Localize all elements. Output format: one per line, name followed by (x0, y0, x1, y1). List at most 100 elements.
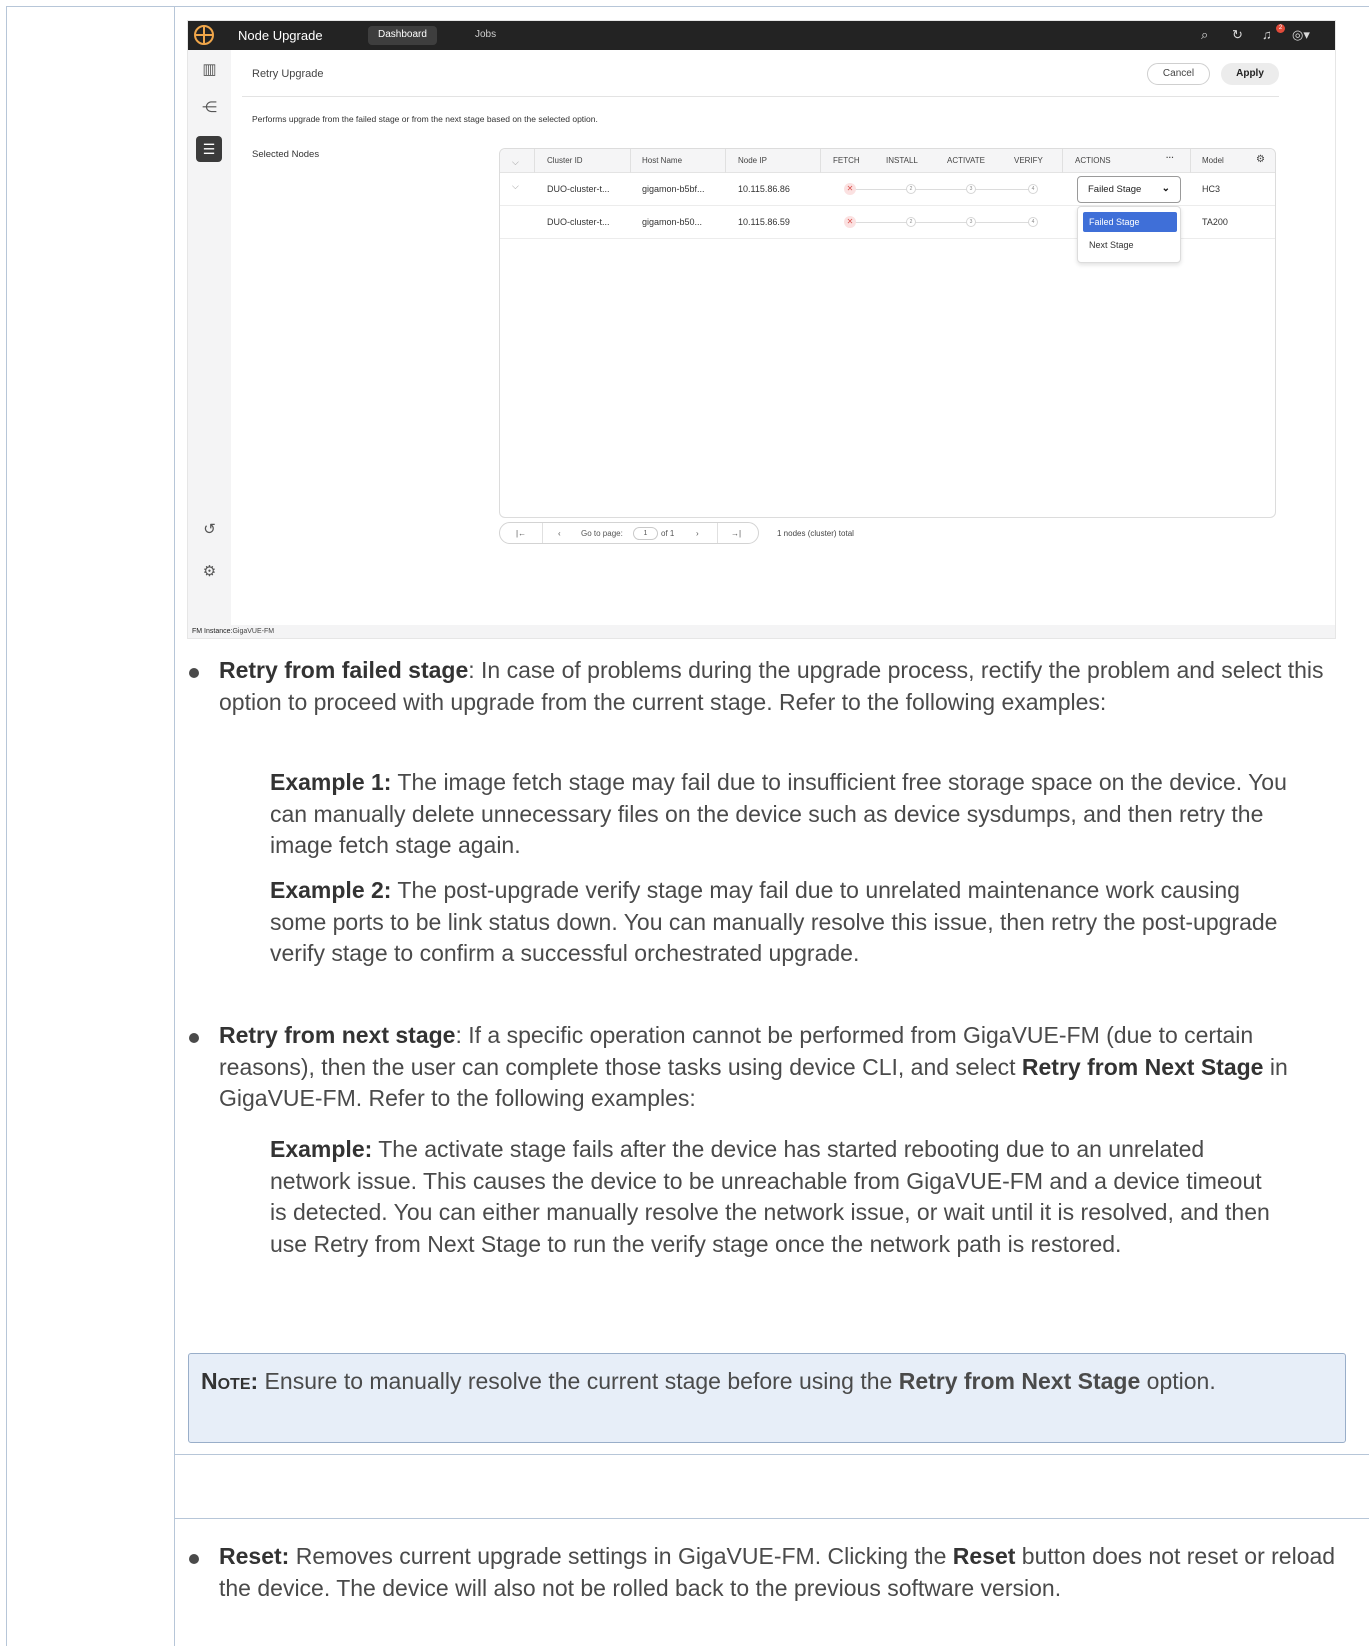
example-3: Example: The activate stage fails after … (270, 1134, 1280, 1260)
column-settings-gear-icon[interactable]: ⚙ (1256, 154, 1265, 165)
next-page-icon[interactable]: › (696, 529, 699, 538)
bell-icon[interactable]: ♫ (1262, 27, 1272, 42)
action-select-value: Failed Stage (1088, 184, 1142, 195)
col-cluster-id[interactable]: Cluster ID (547, 156, 583, 165)
selected-nodes-label: Selected Nodes (252, 149, 320, 160)
model-cell: HC3 (1202, 184, 1221, 194)
node-ip-cell: 10.115.86.59 (738, 217, 790, 227)
note-body: Ensure to manually resolve the current s… (258, 1368, 899, 1394)
host-name-cell: gigamon-b5bf... (642, 184, 705, 194)
note-box: Note: Ensure to manually resolve the cur… (188, 1353, 1346, 1443)
node-ip-cell: 10.115.86.86 (738, 184, 790, 194)
search-icon[interactable]: ⌕ (1201, 27, 1208, 43)
apply-button[interactable]: Apply (1221, 63, 1279, 85)
row-divider (174, 1454, 1369, 1455)
row-expand-chevron-icon[interactable]: ⌵ (512, 181, 519, 192)
footer-bar: FM Instance:GigaVUE-FM (188, 625, 1335, 638)
example-1: Example 1: The image fetch stage may fai… (270, 767, 1290, 862)
expand-all-chevron-icon[interactable]: ⌵ (512, 157, 519, 168)
col-model[interactable]: Model (1202, 156, 1224, 165)
sidebar: ▥ ⋲ ☰ ↺ ⚙ (188, 50, 231, 625)
pager-separator (542, 523, 543, 543)
app-title: Node Upgrade (238, 28, 323, 43)
prev-page-icon[interactable]: ‹ (558, 529, 561, 538)
cluster-id-cell: DUO-cluster-t... (547, 217, 610, 227)
share-icon[interactable]: ⋲ (188, 98, 231, 116)
stage-progress-line (852, 189, 1032, 190)
pagination: |← ‹ Go to page: 1 of 1 › →| (499, 522, 759, 544)
first-page-icon[interactable]: |← (516, 529, 526, 538)
history-icon[interactable]: ↺ (188, 520, 231, 538)
nodes-table: ⌵ Cluster ID Host Name Node IP FETCH INS… (499, 148, 1276, 518)
breadcrumb: Retry Upgrade (252, 68, 324, 80)
table-header: ⌵ Cluster ID Host Name Node IP FETCH INS… (500, 149, 1275, 173)
activate-stage-step: 3 (966, 217, 976, 227)
verify-stage-step: 4 (1028, 217, 1038, 227)
description-text: Performs upgrade from the failed stage o… (252, 114, 598, 124)
header-separator (1062, 149, 1063, 173)
action-select[interactable]: Failed Stage ⌄ (1077, 176, 1181, 203)
divider (242, 96, 1279, 97)
tab-dashboard[interactable]: Dashboard (368, 26, 437, 45)
col-host-name[interactable]: Host Name (642, 156, 682, 165)
bullet-icon (189, 668, 199, 678)
node-upgrade-screenshot: Node Upgrade Dashboard Jobs ⌕ ↻ ♫ 2 ◎▾ ▥… (188, 21, 1335, 638)
bold-text: Retry from Next Stage (898, 1368, 1141, 1394)
server-icon[interactable]: ☰ (196, 136, 222, 162)
more-options-icon[interactable]: ··· (1166, 153, 1174, 162)
host-name-cell: gigamon-b50... (642, 217, 703, 227)
user-menu-icon[interactable]: ◎▾ (1292, 27, 1310, 43)
tab-jobs[interactable]: Jobs (475, 29, 496, 40)
pager-separator (717, 523, 718, 543)
page-input[interactable]: 1 (633, 527, 658, 540)
bold-text: Retry from Next Stage (1021, 1053, 1264, 1080)
example-text: The image fetch stage may fail due to in… (270, 769, 1287, 858)
page: Node Upgrade Dashboard Jobs ⌕ ↻ ♫ 2 ◎▾ ▥… (0, 0, 1369, 1646)
stage-progress-line (852, 222, 1032, 223)
total-count: 1 nodes (cluster) total (777, 529, 854, 538)
col-fetch: FETCH (833, 156, 860, 165)
note-label: Note: (201, 1368, 259, 1394)
header-separator (630, 149, 631, 173)
globe-logo-icon[interactable] (194, 25, 214, 45)
col-install: INSTALL (886, 156, 918, 165)
header-separator (534, 149, 535, 173)
example-2: Example 2: The post-upgrade verify stage… (270, 875, 1290, 970)
refresh-icon[interactable]: ↻ (1232, 27, 1243, 43)
note-body: option. (1140, 1368, 1216, 1394)
go-to-page-label: Go to page: (581, 529, 623, 538)
example-text: The activate stage fails after the devic… (270, 1136, 1270, 1257)
install-stage-step: 2 (906, 217, 916, 227)
header-separator (1190, 149, 1191, 173)
bullet-retry-next: Retry from next stage: If a specific ope… (219, 1020, 1354, 1115)
option-failed-stage[interactable]: Failed Stage (1083, 212, 1177, 232)
row-divider (174, 1518, 1369, 1519)
option-next-stage[interactable]: Next Stage (1083, 235, 1177, 255)
header-separator (820, 149, 821, 173)
column-divider (174, 6, 175, 1646)
col-actions: ACTIONS (1075, 156, 1111, 165)
bold-text: Reset (952, 1543, 1016, 1569)
verify-stage-step: 4 (1028, 184, 1038, 194)
bullet-reset: Reset: Removes current upgrade settings … (219, 1541, 1354, 1604)
fm-instance-label: FM Instance: (192, 628, 233, 635)
bullet-retry-failed: Retry from failed stage: In case of prob… (219, 655, 1349, 718)
fetch-failed-icon: ✕ (844, 183, 856, 195)
note-text: Note: Ensure to manually resolve the cur… (201, 1364, 1331, 1398)
chevron-down-icon: ⌄ (1161, 183, 1170, 194)
bullet-icon (189, 1033, 199, 1043)
chart-icon[interactable]: ▥ (188, 60, 231, 78)
example-label: Example 2: (270, 877, 392, 903)
term: Retry from failed stage (219, 657, 469, 683)
header-separator (725, 149, 726, 173)
model-cell: TA200 (1202, 217, 1228, 227)
col-verify: VERIFY (1014, 156, 1043, 165)
page-count: of 1 (661, 529, 675, 538)
col-node-ip[interactable]: Node IP (738, 156, 767, 165)
gear-icon[interactable]: ⚙ (188, 562, 231, 580)
fm-instance-value: GigaVUE-FM (232, 628, 275, 635)
term: Retry from next stage (219, 1022, 456, 1048)
cancel-button[interactable]: Cancel (1147, 63, 1210, 85)
last-page-icon[interactable]: →| (731, 529, 741, 538)
fetch-failed-icon: ✕ (844, 216, 856, 228)
